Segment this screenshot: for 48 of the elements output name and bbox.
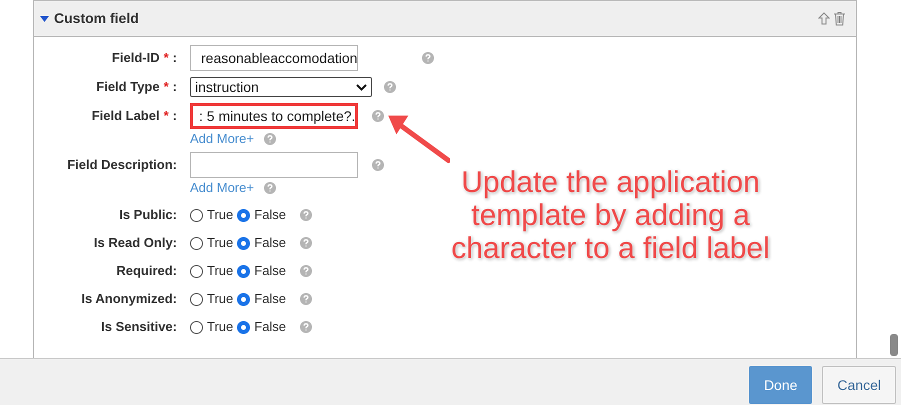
required-asterisk: * [164,49,169,68]
field-label: Required: [116,262,177,280]
required-asterisk: * [164,78,169,96]
radio-option[interactable]: False [237,261,286,281]
text-field[interactable]: : 5 minutes to complete?. [190,103,358,129]
field-label: Field Type [96,78,160,96]
radio-option[interactable]: True [190,289,234,309]
help-icon[interactable] [300,237,312,249]
radio-option[interactable]: True [190,261,234,281]
radio-option[interactable]: False [237,233,286,253]
help-icon[interactable] [372,159,384,171]
help-icon[interactable] [264,133,276,145]
trash-icon[interactable] [833,11,846,26]
radio-option[interactable]: False [237,317,286,337]
scrollbar-thumb[interactable] [890,334,898,356]
radio-option[interactable]: True [190,317,234,337]
text-field[interactable]: reasonableaccomodation [190,45,358,71]
cancel-button[interactable]: Cancel [822,366,896,404]
field-label: Is Anonymized: [81,290,177,308]
field-label: Is Read Only: [94,234,177,252]
help-icon[interactable] [372,110,384,122]
radio-option[interactable]: True [190,233,234,253]
label-colon: : [172,78,177,96]
help-icon[interactable] [384,81,396,93]
field-label: Field Label [92,107,160,126]
move-up-icon[interactable] [818,12,830,25]
radio-option[interactable]: False [237,289,286,309]
annotation-text: Update the application template by adding a character to a field label [450,166,771,265]
radio-option[interactable]: True [190,205,234,225]
panel-title: Custom field [54,9,139,28]
field-label: Field-ID [112,49,160,68]
chevron-down-icon[interactable] [356,84,367,90]
field-label: Is Public: [119,206,177,224]
label-colon: : [172,107,177,126]
field-label: Field Description: [67,156,177,174]
radio-option[interactable]: False [237,205,286,225]
help-icon[interactable] [300,321,312,333]
help-icon[interactable] [300,209,312,221]
help-icon[interactable] [300,265,312,277]
required-asterisk: * [164,107,169,126]
help-icon[interactable] [300,293,312,305]
help-icon[interactable] [422,52,434,64]
label-colon: : [172,49,177,68]
field-label: Is Sensitive: [101,318,177,336]
type-dropdown[interactable]: instruction [190,77,372,97]
collapse-triangle-icon[interactable] [39,14,50,22]
help-icon[interactable] [264,182,276,194]
text-field[interactable] [190,152,358,178]
